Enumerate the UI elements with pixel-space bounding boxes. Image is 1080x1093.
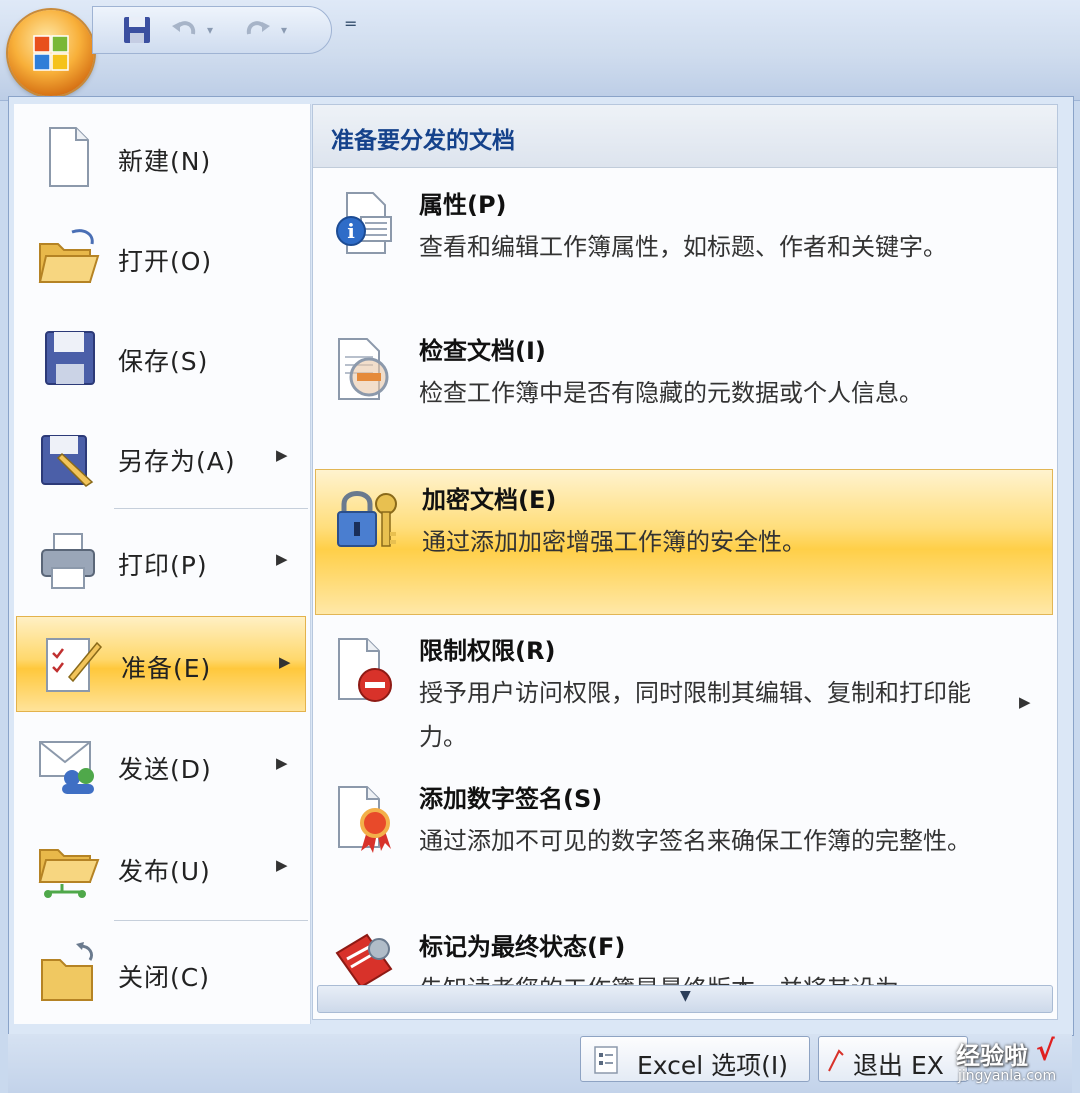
submenu-item-title: 标记为最终状态(F) <box>419 933 626 961</box>
save-as-icon <box>41 435 94 487</box>
menu-item-label: 关闭(C) <box>118 963 210 992</box>
submenu-item-title: 添加数字签名(S) <box>419 785 603 813</box>
menu-item-send[interactable]: 发送(D) ▶ <box>14 718 308 814</box>
submenu-item-desc: 通过添加不可见的数字签名来确保工作簿的完整性。 <box>419 827 971 855</box>
exit-icon <box>828 1049 844 1072</box>
svg-text:i: i <box>347 219 355 243</box>
submenu-item-desc: 检查工作簿中是否有隐藏的元数据或个人信息。 <box>419 379 923 407</box>
open-folder-icon <box>38 229 100 283</box>
undo-dropdown-icon[interactable]: ▾ <box>207 23 213 37</box>
prepare-submenu: 准备要分发的文档 i 属性(P) 查看和编辑工作簿属性，如标题、作者和关键字。 … <box>312 104 1058 1020</box>
mark-final-icon <box>335 933 393 987</box>
menu-separator <box>114 920 308 921</box>
menu-item-save-as[interactable]: 另存为(A) ▶ <box>14 410 308 506</box>
save-disk-icon <box>45 331 95 385</box>
menu-item-label: 打印(P) <box>118 551 208 580</box>
menu-item-save[interactable]: 保存(S) <box>14 310 308 406</box>
watermark-url: jingyanla.com <box>958 1068 1057 1084</box>
submenu-arrow-icon: ▶ <box>276 446 288 464</box>
menu-item-label: 发送(D) <box>118 755 212 784</box>
submenu-item-restrict[interactable]: 限制权限(R) 授予用户访问权限，同时限制其编辑、复制和打印能力。 ▶ <box>313 621 1055 761</box>
submenu-arrow-icon: ▶ <box>279 653 291 671</box>
menu-item-label: 准备(E) <box>121 654 212 683</box>
watermark-text: 经验啦 <box>956 1042 1028 1070</box>
submenu-item-encrypt[interactable]: 加密文档(E) 通过添加加密增强工作簿的安全性。 <box>315 469 1053 615</box>
prepare-icon <box>46 638 103 692</box>
excel-options-button[interactable]: Excel 选项(I) <box>580 1036 810 1082</box>
menu-item-prepare[interactable]: 准备(E) ▶ <box>16 616 306 712</box>
exit-excel-label: 退出 EX <box>853 1051 944 1080</box>
submenu-item-inspect[interactable]: 检查文档(I) 检查工作簿中是否有隐藏的元数据或个人信息。 <box>313 321 1055 457</box>
scroll-down-arrow-icon: ▼ <box>680 988 691 1004</box>
submenu-header-title: 准备要分发的文档 <box>331 128 515 154</box>
menu-item-label: 发布(U) <box>118 857 211 886</box>
submenu-item-digital-signature[interactable]: 添加数字签名(S) 通过添加不可见的数字签名来确保工作簿的完整性。 <box>313 769 1055 909</box>
submenu-item-title: 加密文档(E) <box>422 486 557 514</box>
restrict-permission-icon <box>338 638 392 702</box>
watermark-check-icon: √ <box>1036 1034 1055 1067</box>
menu-item-label: 保存(S) <box>118 347 209 376</box>
office-button[interactable] <box>8 10 94 96</box>
submenu-item-title: 检查文档(I) <box>419 337 546 365</box>
submenu-item-desc: 查看和编辑工作簿属性，如标题、作者和关键字。 <box>419 233 947 261</box>
submenu-item-desc: 通过添加加密增强工作簿的安全性。 <box>422 528 806 556</box>
options-icon <box>594 1046 618 1074</box>
menu-item-close[interactable]: 关闭(C) <box>14 926 308 1022</box>
submenu-arrow-icon: ▶ <box>276 754 288 772</box>
menu-item-publish[interactable]: 发布(U) ▶ <box>14 820 308 916</box>
menu-item-open[interactable]: 打开(O) <box>14 210 308 306</box>
submenu-item-properties[interactable]: i 属性(P) 查看和编辑工作簿属性，如标题、作者和关键字。 <box>313 175 1055 311</box>
menu-separator <box>114 508 308 509</box>
redo-icon[interactable] <box>241 14 273 46</box>
submenu-item-desc: 授予用户访问权限，同时限制其编辑、复制和打印能力。 <box>419 679 971 751</box>
submenu-item-mark-final[interactable]: 标记为最终状态(F) 先知读者您的工作簿是最终版本，并将其设为 <box>313 917 1055 987</box>
close-folder-icon <box>41 942 94 1001</box>
menu-item-label: 打开(O) <box>118 247 213 276</box>
excel-options-label: Excel 选项(I) <box>637 1051 789 1080</box>
inspect-document-icon <box>338 338 389 400</box>
padlock-key-icon <box>337 491 397 547</box>
office-menu-commands: 新建(N) 打开(O) 保存(S) 另存为(A) ▶ 打印(P) ▶ 准备(E)… <box>14 104 311 1024</box>
menu-item-print[interactable]: 打印(P) ▶ <box>14 514 308 610</box>
properties-icon: i <box>336 192 392 254</box>
menu-item-label: 新建(N) <box>118 147 212 176</box>
menu-item-label: 另存为(A) <box>118 447 236 476</box>
customize-qat-icon[interactable]: = <box>344 14 357 33</box>
menu-item-new[interactable]: 新建(N) <box>14 110 308 206</box>
exit-excel-button[interactable]: 退出 EX <box>818 1036 968 1082</box>
submenu-scroll-down[interactable]: ▼ <box>317 985 1053 1013</box>
printer-icon <box>41 533 95 589</box>
submenu-item-title: 限制权限(R) <box>419 637 556 665</box>
submenu-item-title: 属性(P) <box>419 191 507 219</box>
redo-dropdown-icon[interactable]: ▾ <box>281 23 287 37</box>
publish-folder-icon <box>38 849 100 898</box>
signature-ribbon-icon <box>338 786 391 853</box>
office-logo-icon <box>33 35 69 71</box>
quick-access-toolbar: ▾ ▾ <box>92 6 332 54</box>
submenu-arrow-icon: ▶ <box>276 856 288 874</box>
undo-icon[interactable] <box>169 14 201 46</box>
submenu-arrow-icon: ▶ <box>1019 693 1031 711</box>
send-icon <box>39 741 94 794</box>
submenu-arrow-icon: ▶ <box>276 550 288 568</box>
submenu-item-desc: 先知读者您的工作簿是最终版本，并将其设为 <box>419 967 979 987</box>
submenu-header: 准备要分发的文档 <box>313 105 1057 168</box>
new-document-icon <box>49 127 89 187</box>
save-icon[interactable] <box>121 14 153 46</box>
